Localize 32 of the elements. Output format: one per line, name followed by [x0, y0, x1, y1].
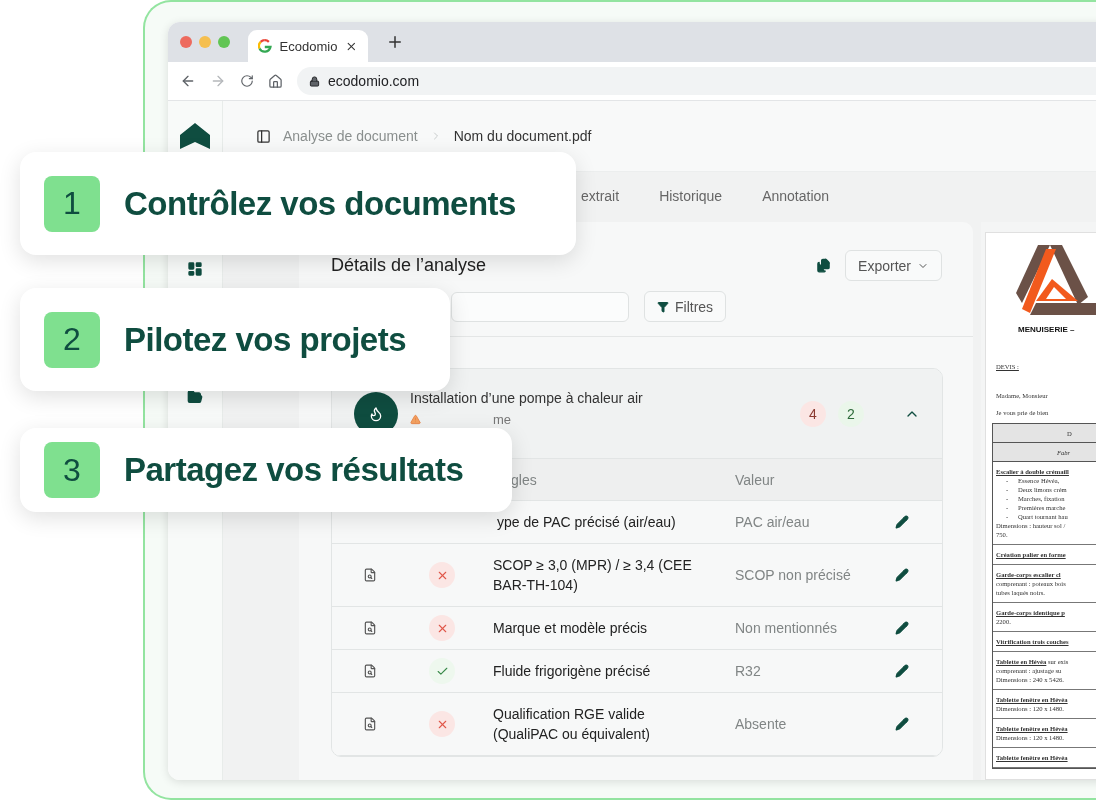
value-cell-text: Absente: [735, 715, 787, 734]
filter-button[interactable]: Filtres: [644, 291, 727, 322]
tab[interactable]: Historique: [659, 182, 723, 212]
pass-count: 2: [838, 400, 864, 427]
tab[interactable]: Annotation: [762, 182, 830, 212]
rule-cell-text: Fluide frigorigène précisé: [492, 662, 652, 681]
value-cell-text: Non mentionnés: [735, 619, 837, 638]
export-button[interactable]: Exporter: [845, 250, 942, 281]
step-number: 1: [44, 175, 100, 232]
step-number: 3: [44, 442, 100, 498]
panel-title: Détails de l’analyse: [331, 255, 488, 276]
rule-cell-text: Qualification RGE valide (QualiPAC ou équivalent): [492, 705, 651, 744]
address-bar[interactable]: ecodomio.com: [297, 67, 1096, 95]
column-header: gles: [510, 470, 537, 490]
company-name: MENUISERIE –: [1018, 325, 1076, 334]
tab[interactable]: extrait: [581, 182, 620, 212]
rule-cell-text: Marque et modèle précis: [492, 619, 649, 638]
breadcrumb-item: Nom du document.pdf: [453, 128, 592, 144]
group-title: Installation d’une pompe à chaleur air: [410, 390, 644, 406]
group-subtitle: me: [493, 412, 512, 427]
fail-count: 4: [800, 400, 826, 427]
value-cell-text: SCOP non précisé: [735, 566, 851, 585]
column-header: Valeur: [735, 470, 775, 490]
rule-cell-text: SCOP ≥ 3,0 (MPR) / ≥ 3,4 (CEE BAR-TH-104): [492, 556, 693, 595]
feature-title: Contrôlez vos documents: [124, 184, 516, 223]
feature-title: Pilotez vos projets: [124, 320, 407, 359]
value-cell-text: R32: [735, 662, 761, 681]
value-cell-text: PAC air/eau: [735, 513, 810, 532]
step-number: 2: [44, 311, 100, 368]
rule-cell-text: ype de PAC précisé (air/eau): [496, 513, 677, 532]
browser-tab[interactable]: Ecodomio: [248, 30, 368, 62]
feature-title: Partagez vos résultats: [124, 451, 464, 489]
